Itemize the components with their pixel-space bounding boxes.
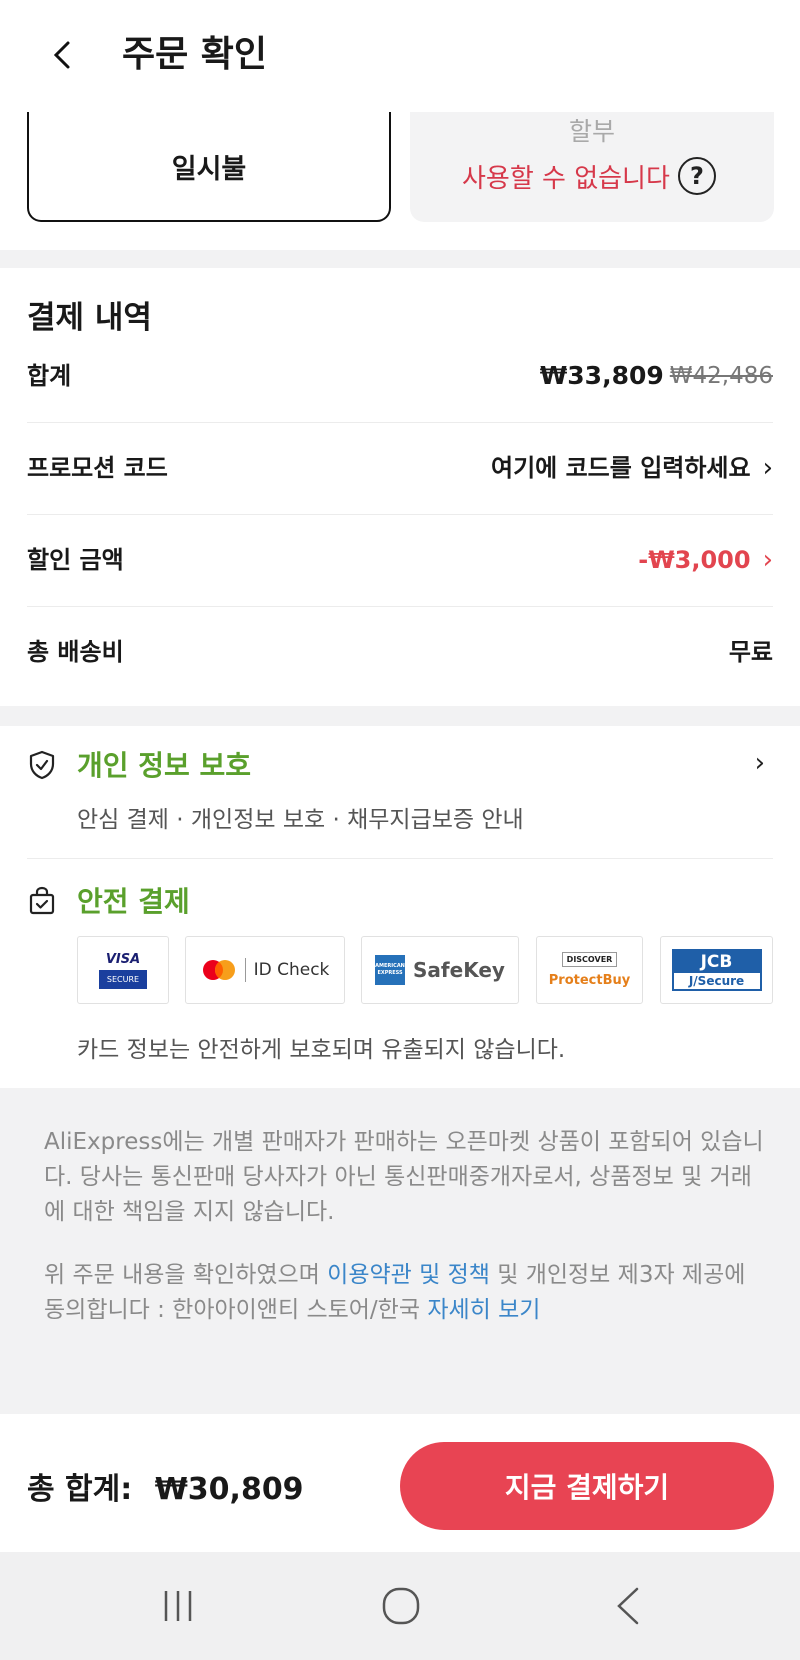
visa-badge-top: VISA xyxy=(105,951,141,967)
discount-row[interactable]: 할인 금액 -₩3,000 › xyxy=(27,514,773,607)
promo-code-value: 여기에 코드를 입력하세요 › xyxy=(491,422,773,514)
home-button[interactable] xyxy=(378,1582,424,1630)
subtotal-label: 합계 xyxy=(27,362,72,390)
option-lump-sum[interactable]: 일시불 xyxy=(27,112,391,222)
promo-code-row[interactable]: 프로모션 코드 여기에 코드를 입력하세요 › xyxy=(27,422,773,515)
amex-logo: AMERICAN EXPRESS xyxy=(375,955,406,985)
discount-label: 할인 금액 xyxy=(27,546,124,574)
mastercard-logo-icon xyxy=(202,960,235,980)
details-link[interactable]: 자세히 보기 xyxy=(427,1297,540,1323)
original-price: ₩42,486 xyxy=(669,363,773,389)
secure-bag-icon xyxy=(29,886,55,915)
shipping-value: 무료 xyxy=(729,606,773,698)
chevron-right-icon: › xyxy=(754,748,765,778)
chevron-right-icon: › xyxy=(762,545,773,575)
legal-paragraph-1: AliExpress에는 개별 판매자가 판매하는 오픈마켓 상품이 포함되어 … xyxy=(44,1129,764,1225)
chevron-left-icon xyxy=(53,41,70,69)
order-total-value: ₩30,809 xyxy=(154,1472,304,1507)
page-title: 주문 확인 xyxy=(122,34,268,75)
discover-badge-bottom: ProtectBuy xyxy=(548,973,631,988)
mastercard-badge-text: ID Check xyxy=(253,960,330,980)
chevron-right-icon: › xyxy=(762,453,773,483)
option-installment-title: 할부 xyxy=(568,117,615,146)
mastercard-id-check-badge: ID Check xyxy=(185,936,345,1004)
secure-note: 카드 정보는 안전하게 보호되며 유출되지 않습니다. xyxy=(77,1037,566,1063)
shield-check-icon xyxy=(29,750,55,780)
discount-value: -₩3,000 › xyxy=(638,514,773,606)
visa-badge-bottom: SECURE xyxy=(98,969,148,989)
privacy-subtitle: 안심 결제 · 개인정보 보호 · 채무지급보증 안내 xyxy=(77,807,524,833)
system-nav-bar xyxy=(0,1552,800,1660)
recent-apps-button[interactable] xyxy=(156,1582,200,1630)
checkout-bar: 총 합계: ₩30,809 지금 결제하기 xyxy=(0,1414,800,1552)
option-installment: 할부 사용할 수 없습니다 ? xyxy=(410,112,774,222)
option-lump-sum-label: 일시불 xyxy=(171,153,247,185)
amex-safekey-badge: AMERICAN EXPRESS SafeKey xyxy=(361,936,519,1004)
privacy-title: 개인 정보 보호 xyxy=(77,749,252,782)
promo-code-label: 프로모션 코드 xyxy=(27,454,168,482)
jcb-badge-bottom: J/Secure xyxy=(688,974,745,988)
legal-text: 위 주문 내용을 확인하였으며 xyxy=(44,1262,328,1288)
top-bar: 주문 확인 xyxy=(0,0,800,112)
shipping-row: 총 배송비 무료 xyxy=(27,606,773,698)
trust-section: 개인 정보 보호 안심 결제 · 개인정보 보호 · 채무지급보증 안내 › 안… xyxy=(0,726,800,1088)
back-arrow-icon xyxy=(617,1587,639,1625)
recent-apps-icon xyxy=(164,1591,192,1621)
shipping-label: 총 배송비 xyxy=(27,638,124,666)
current-price: ₩33,809 xyxy=(539,361,664,390)
order-total: 총 합계: ₩30,809 xyxy=(27,1464,304,1508)
discover-badge-top: DISCOVER xyxy=(561,952,618,967)
home-icon xyxy=(382,1587,420,1625)
installment-options: 일시불 할부 사용할 수 없습니다 ? xyxy=(0,112,800,250)
nav-back-button[interactable] xyxy=(608,1582,648,1630)
jcb-secure-badge: JCB J/Secure xyxy=(660,936,773,1004)
order-total-label: 총 합계: xyxy=(27,1472,133,1507)
back-button[interactable] xyxy=(40,30,84,80)
discover-protectbuy-badge: DISCOVER ProtectBuy xyxy=(536,936,643,1004)
shipping-amount: 무료 xyxy=(728,638,773,666)
legal-notice: AliExpress에는 개별 판매자가 판매하는 오픈마켓 상품이 포함되어 … xyxy=(44,1125,764,1356)
discount-amount: -₩3,000 xyxy=(638,546,751,574)
terms-link[interactable]: 이용약관 및 정책 xyxy=(327,1262,490,1288)
jcb-badge-top: JCB xyxy=(673,951,760,973)
amex-badge-text: SafeKey xyxy=(413,958,505,982)
subtotal-value: ₩33,809 ₩42,486 xyxy=(540,330,773,422)
visa-secure-badge: VISA SECURE xyxy=(77,936,169,1004)
divider xyxy=(27,858,773,859)
option-installment-status: 사용할 수 없습니다 xyxy=(462,164,670,194)
question-circle-icon[interactable]: ? xyxy=(678,157,716,195)
payment-summary: 결제 내역 합계 ₩33,809 ₩42,486 프로모션 코드 여기에 코드를… xyxy=(0,268,800,706)
subtotal-row: 합계 ₩33,809 ₩42,486 xyxy=(27,330,773,423)
secure-title: 안전 결제 xyxy=(77,885,190,918)
pay-now-button[interactable]: 지금 결제하기 xyxy=(400,1442,774,1530)
promo-code-placeholder: 여기에 코드를 입력하세요 xyxy=(491,454,751,482)
badge-divider xyxy=(244,958,246,982)
legal-paragraph-2: 위 주문 내용을 확인하였으며 이용약관 및 정책 및 개인정보 제3자 제공에… xyxy=(44,1258,764,1328)
privacy-row[interactable]: 개인 정보 보호 안심 결제 · 개인정보 보호 · 채무지급보증 안내 › xyxy=(27,748,773,850)
